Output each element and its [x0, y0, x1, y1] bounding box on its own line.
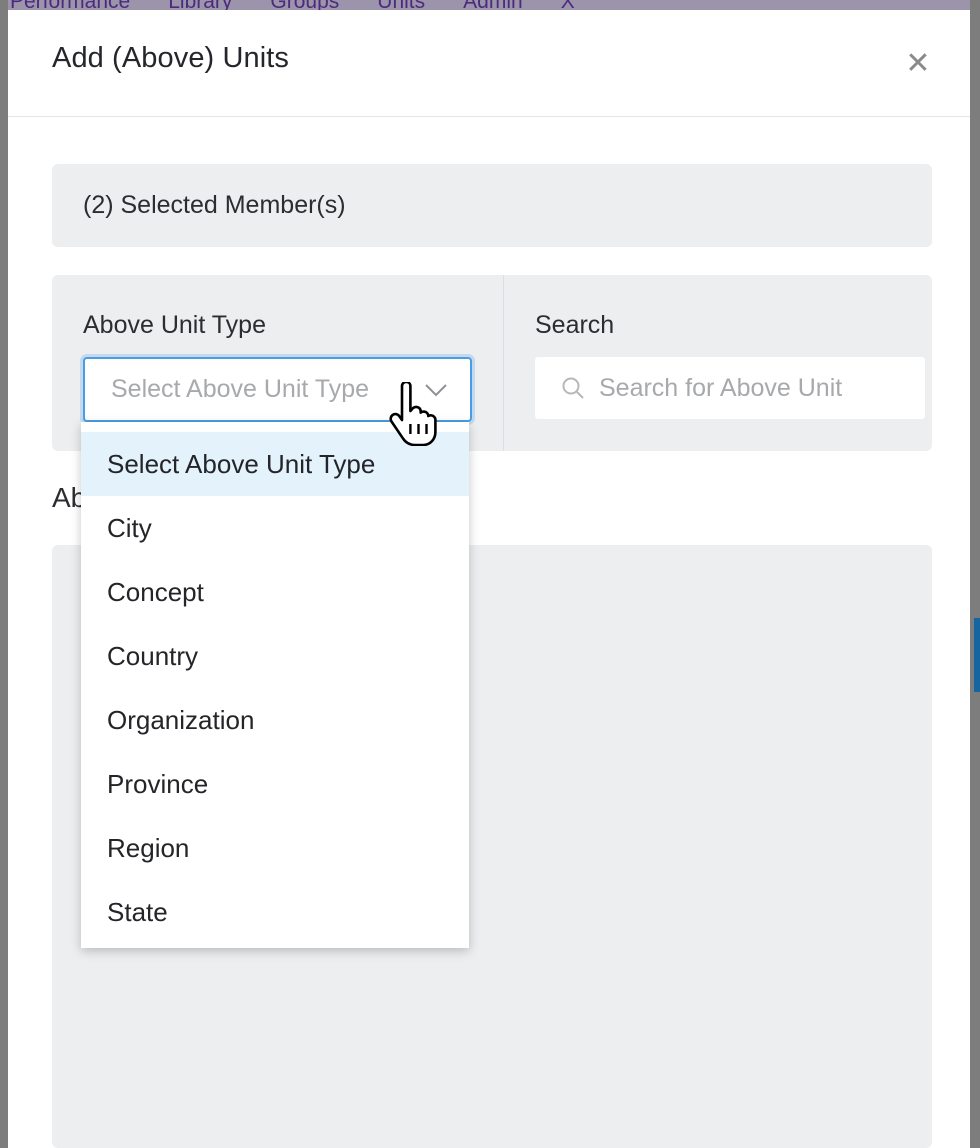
dropdown-option-province[interactable]: Province — [81, 752, 469, 816]
dropdown-option-placeholder[interactable]: Select Above Unit Type — [81, 432, 469, 496]
nav-item-admin[interactable]: Admin — [463, 0, 523, 10]
selected-members-panel: (2) Selected Member(s) — [52, 164, 932, 247]
above-unit-type-dropdown-menu[interactable]: Select Above Unit Type City Concept Coun… — [81, 422, 469, 948]
nav-item-performance[interactable]: Performance — [10, 0, 130, 10]
nav-item-close[interactable]: X — [561, 0, 575, 10]
close-icon[interactable]: ✕ — [898, 44, 938, 84]
page-scrollbar-thumb[interactable] — [974, 618, 980, 692]
search-input[interactable] — [599, 373, 909, 403]
search-field-group: Search — [504, 275, 932, 451]
nav-item-library[interactable]: Library — [168, 0, 232, 10]
above-unit-type-select[interactable]: Select Above Unit Type — [83, 357, 472, 422]
above-unit-type-selected-value: Select Above Unit Type — [111, 375, 370, 403]
dialog-title: Add (Above) Units — [52, 42, 290, 74]
page-right-edge — [970, 0, 980, 1148]
dialog-header: Add (Above) Units ✕ — [8, 12, 970, 117]
dropdown-option-organization[interactable]: Organization — [81, 688, 469, 752]
search-label: Search — [535, 311, 615, 339]
chevron-down-icon — [424, 382, 470, 398]
page-left-edge — [0, 0, 8, 1148]
dropdown-option-concept[interactable]: Concept — [81, 560, 469, 624]
dropdown-option-city[interactable]: City — [81, 496, 469, 560]
above-unit-type-label: Above Unit Type — [83, 311, 266, 339]
nav-item-groups[interactable]: Groups — [270, 0, 339, 10]
search-icon — [560, 375, 586, 401]
top-navigation-bar: Performance Library Groups Units Admin X — [0, 0, 980, 10]
nav-item-units[interactable]: Units — [377, 0, 425, 10]
dropdown-option-state[interactable]: State — [81, 880, 469, 944]
search-input-wrapper[interactable] — [535, 357, 925, 419]
dropdown-option-region[interactable]: Region — [81, 816, 469, 880]
selected-members-label: (2) Selected Member(s) — [83, 191, 346, 219]
dropdown-option-country[interactable]: Country — [81, 624, 469, 688]
